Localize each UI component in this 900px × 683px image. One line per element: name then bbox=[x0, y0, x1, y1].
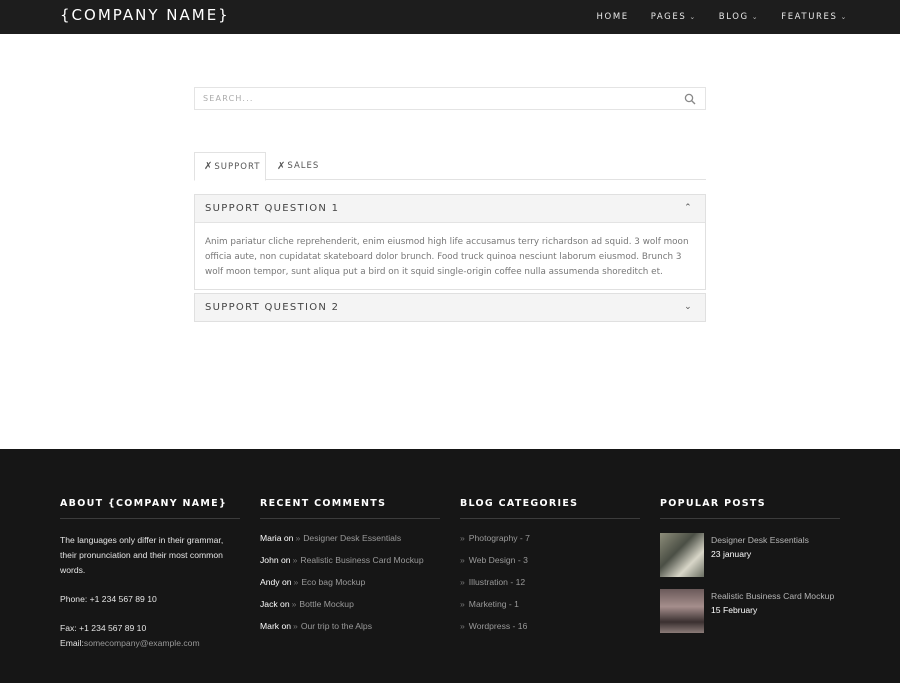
comment-item: John on» Realistic Business Card Mockup bbox=[260, 555, 440, 577]
main-menu: HOME PAGES ⌄ BLOG ⌄ FEATURES ⌄ bbox=[575, 0, 848, 34]
footer-popular-posts: POPULAR POSTS Designer Desk Essentials 2… bbox=[660, 498, 840, 645]
comment-item: Jack on» Bottle Mockup bbox=[260, 599, 440, 621]
top-navbar: {COMPANY NAME} HOME PAGES ⌄ BLOG ⌄ FEATU… bbox=[0, 0, 900, 34]
fax-text: Fax: +1 234 567 89 10 bbox=[60, 623, 147, 633]
popular-post: Designer Desk Essentials 23 january bbox=[660, 533, 840, 589]
raquo-icon: » bbox=[460, 621, 465, 631]
menu-item-label: PAGES bbox=[650, 12, 687, 22]
post-title-link[interactable]: Designer Desk Essentials bbox=[711, 533, 809, 547]
accordion-title: SUPPORT QUESTION 1 bbox=[205, 203, 340, 214]
search-icon[interactable] bbox=[684, 93, 696, 105]
category-link[interactable]: Wordpress - 16 bbox=[469, 621, 528, 631]
search-box bbox=[194, 87, 706, 110]
search-input[interactable] bbox=[195, 88, 665, 109]
comment-author: Jack on bbox=[260, 599, 290, 609]
comment-author: John on bbox=[260, 555, 291, 565]
tools-icon: ✗ bbox=[204, 161, 214, 172]
comment-post-link[interactable]: Realistic Business Card Mockup bbox=[300, 555, 423, 565]
comment-item: Mark on» Our trip to the Alps bbox=[260, 621, 440, 643]
post-title-link[interactable]: Realistic Business Card Mockup bbox=[711, 589, 834, 603]
site-logo[interactable]: {COMPANY NAME} bbox=[60, 6, 230, 24]
accordion-header[interactable]: SUPPORT QUESTION 1 ⌃ bbox=[195, 195, 705, 223]
raquo-icon: » bbox=[460, 577, 465, 587]
comment-post-link[interactable]: Our trip to the Alps bbox=[301, 621, 372, 631]
category-item: » Web Design - 3 bbox=[460, 555, 640, 577]
comment-post-link[interactable]: Designer Desk Essentials bbox=[303, 533, 401, 543]
footer-heading: RECENT COMMENTS bbox=[260, 498, 440, 519]
comment-post-link[interactable]: Eco bag Mockup bbox=[301, 577, 365, 587]
tab-support[interactable]: ✗ SUPPORT bbox=[194, 152, 266, 181]
popular-post: Realistic Business Card Mockup 15 Februa… bbox=[660, 589, 840, 645]
chevron-down-icon: ⌄ bbox=[689, 13, 697, 21]
about-text: The languages only differ in their gramm… bbox=[60, 535, 224, 575]
menu-item-pages[interactable]: PAGES ⌄ bbox=[651, 12, 697, 22]
chevron-up-icon: ⌃ bbox=[684, 203, 693, 213]
raquo-icon: » bbox=[293, 577, 299, 587]
chevron-down-icon: ⌄ bbox=[840, 13, 848, 21]
accordion-panel: SUPPORT QUESTION 2 ⌄ bbox=[194, 293, 706, 322]
footer-heading: POPULAR POSTS bbox=[660, 498, 840, 519]
footer-recent-comments: RECENT COMMENTS Maria on» Designer Desk E… bbox=[260, 498, 440, 643]
raquo-icon: » bbox=[295, 533, 301, 543]
category-item: » Wordpress - 16 bbox=[460, 621, 640, 643]
raquo-icon: » bbox=[291, 599, 297, 609]
comment-author: Maria on bbox=[260, 533, 294, 543]
footer-about: ABOUT {COMPANY NAME} The languages only … bbox=[60, 498, 240, 651]
raquo-icon: » bbox=[460, 533, 465, 543]
raquo-icon: » bbox=[292, 555, 298, 565]
email-link[interactable]: somecompany@example.com bbox=[84, 638, 200, 648]
comment-item: Andy on» Eco bag Mockup bbox=[260, 577, 440, 599]
category-link[interactable]: Web Design - 3 bbox=[469, 555, 528, 565]
email-line: Email:somecompany@example.com bbox=[60, 636, 240, 651]
chevron-down-icon: ⌄ bbox=[684, 302, 693, 312]
accordion-title: SUPPORT QUESTION 2 bbox=[205, 302, 340, 313]
menu-item-label: BLOG bbox=[718, 12, 749, 22]
comment-post-link[interactable]: Bottle Mockup bbox=[299, 599, 353, 609]
footer-blog-categories: BLOG CATEGORIES » Photography - 7 » Web De… bbox=[460, 498, 640, 643]
menu-item-features[interactable]: FEATURES ⌄ bbox=[781, 12, 848, 22]
post-thumbnail[interactable] bbox=[660, 533, 704, 577]
raquo-icon: » bbox=[460, 599, 465, 609]
tools-icon: ✗ bbox=[277, 160, 287, 172]
accordion-header[interactable]: SUPPORT QUESTION 2 ⌄ bbox=[195, 294, 705, 321]
chevron-down-icon: ⌄ bbox=[751, 13, 760, 21]
phone-text: Phone: +1 234 567 89 10 bbox=[60, 594, 157, 604]
menu-item-blog[interactable]: BLOG ⌄ bbox=[719, 12, 759, 22]
menu-item-label: HOME bbox=[596, 12, 629, 22]
tab-sales[interactable]: ✗ SALES bbox=[277, 152, 319, 180]
category-link[interactable]: Photography - 7 bbox=[469, 533, 530, 543]
comment-author: Mark on bbox=[260, 621, 292, 631]
tab-label: SALES bbox=[287, 161, 320, 171]
comment-author: Andy on bbox=[260, 577, 292, 587]
accordion-panel: SUPPORT QUESTION 1 ⌃ Anim pariatur clich… bbox=[194, 194, 706, 290]
site-footer: ABOUT {COMPANY NAME} The languages only … bbox=[0, 449, 900, 683]
accordion-body: Anim pariatur cliche reprehenderit, enim… bbox=[205, 237, 689, 277]
tab-label: SUPPORT bbox=[214, 161, 261, 172]
tab-bar: ✗ SUPPORT ✗ SALES bbox=[194, 152, 706, 181]
menu-item-label: FEATURES bbox=[781, 12, 838, 22]
raquo-icon: » bbox=[293, 621, 298, 631]
post-date: 15 February bbox=[711, 605, 758, 615]
footer-heading: ABOUT {COMPANY NAME} bbox=[60, 498, 240, 519]
footer-heading: BLOG CATEGORIES bbox=[460, 498, 640, 519]
email-label: Email: bbox=[60, 638, 84, 648]
category-item: » Photography - 7 bbox=[460, 533, 640, 555]
comment-item: Maria on» Designer Desk Essentials bbox=[260, 533, 440, 555]
post-thumbnail[interactable] bbox=[660, 589, 704, 633]
post-date: 23 january bbox=[711, 549, 752, 559]
category-link[interactable]: Illustration - 12 bbox=[469, 577, 525, 587]
raquo-icon: » bbox=[460, 555, 465, 565]
category-link[interactable]: Marketing - 1 bbox=[469, 599, 519, 609]
menu-item-home[interactable]: HOME bbox=[597, 12, 629, 22]
category-item: » Marketing - 1 bbox=[460, 599, 640, 621]
category-item: » Illustration - 12 bbox=[460, 577, 640, 599]
